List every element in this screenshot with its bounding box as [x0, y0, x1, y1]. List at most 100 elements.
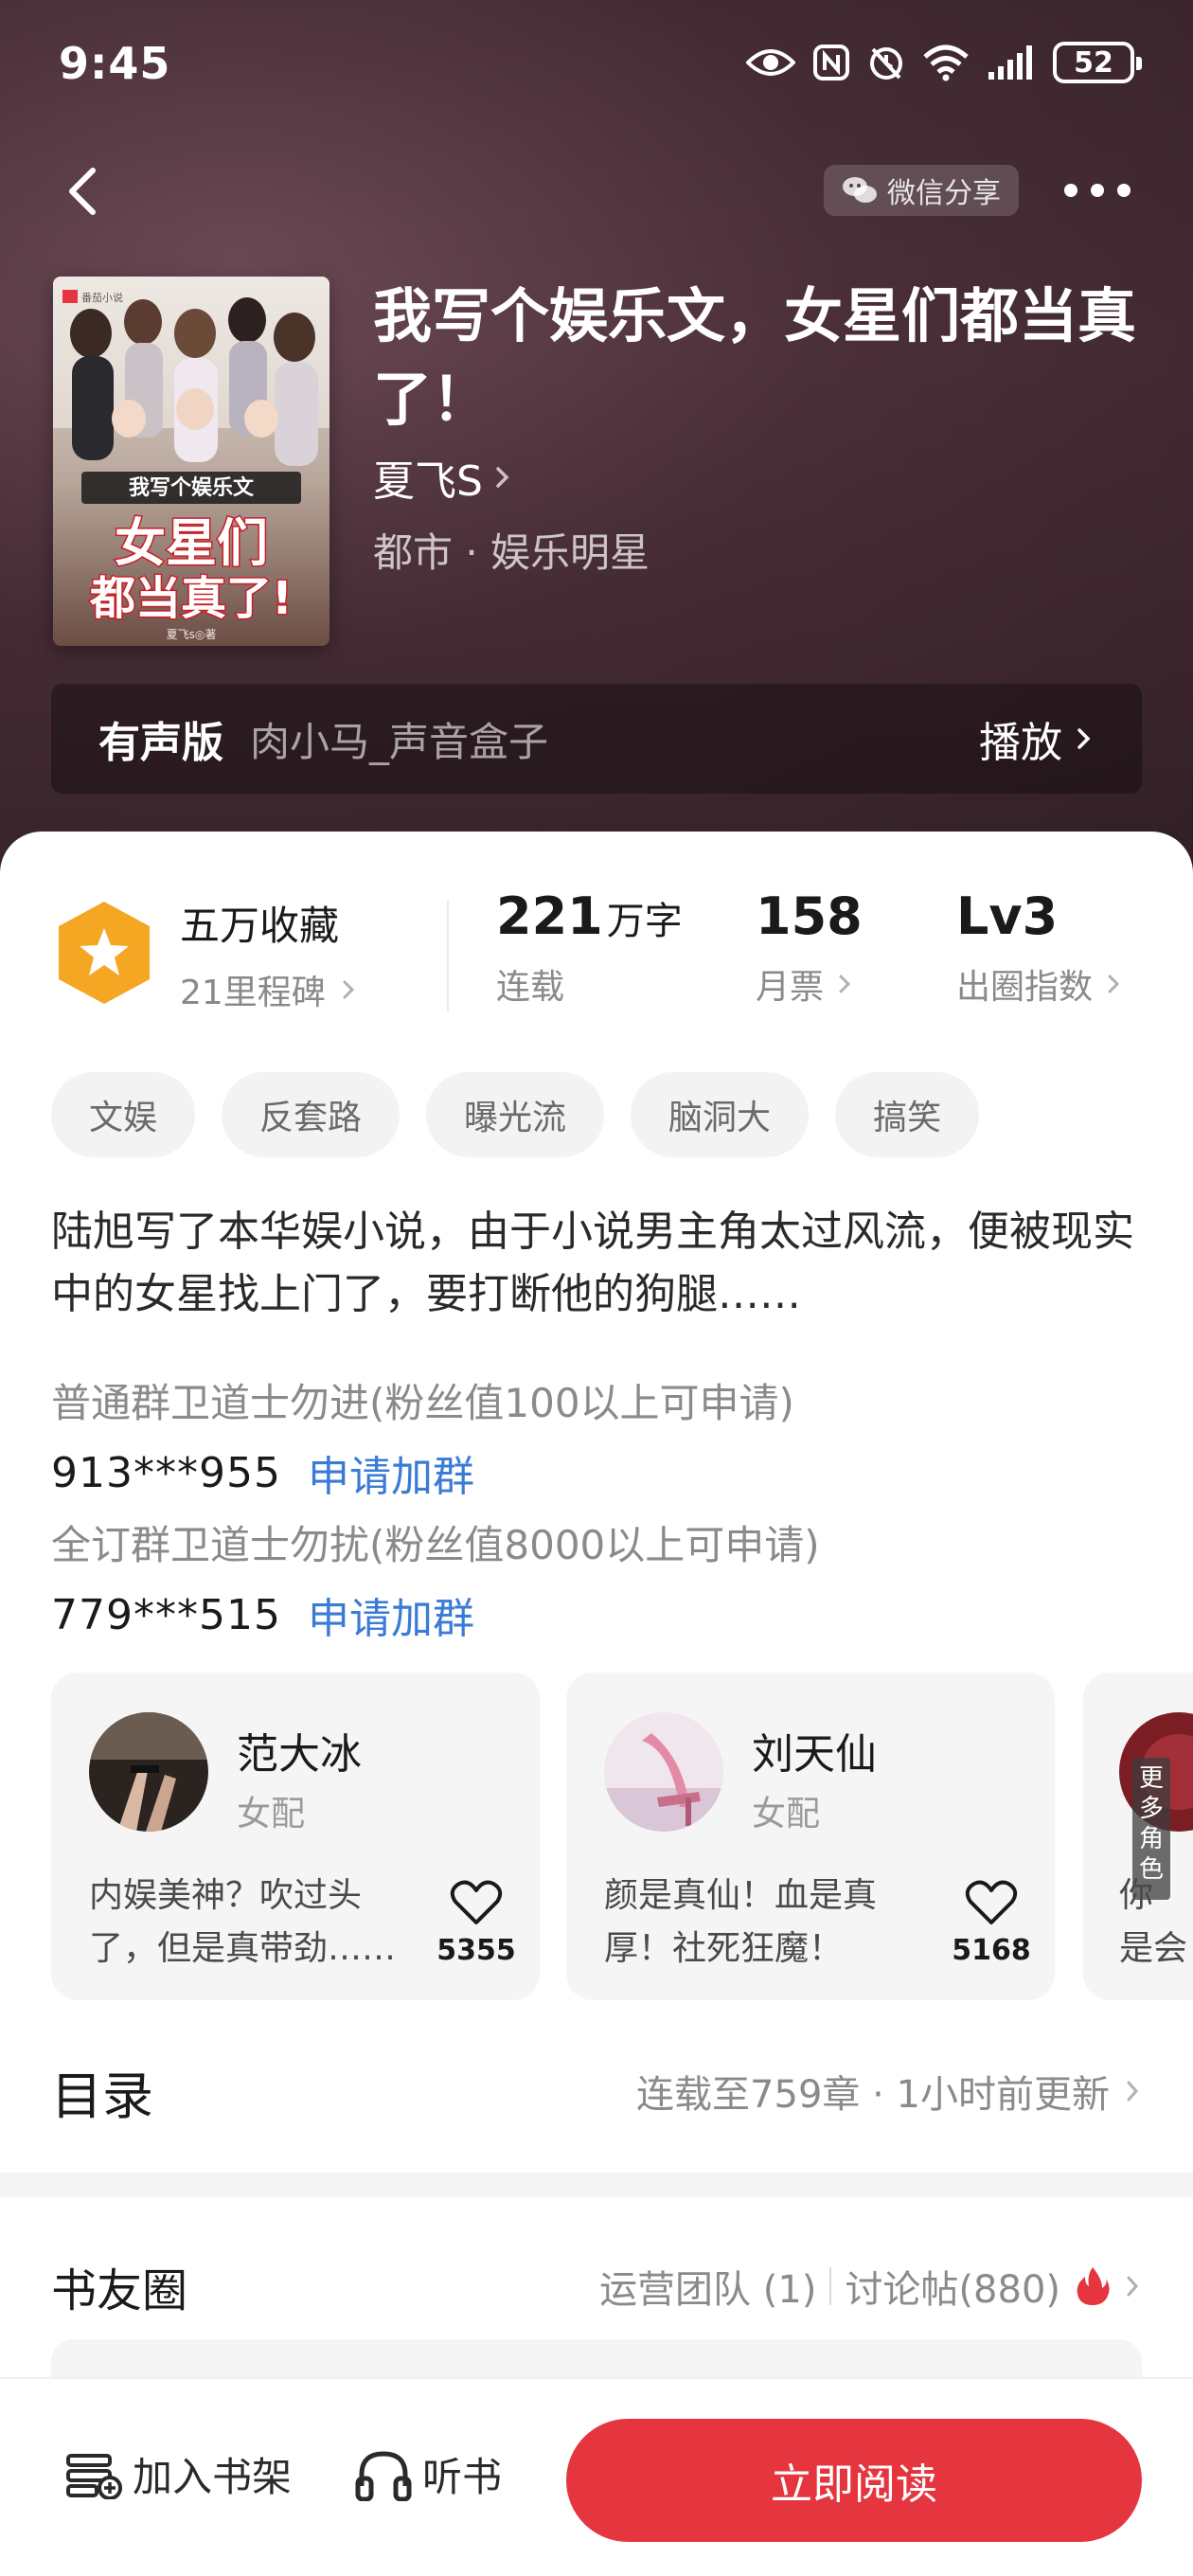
nfc-icon — [813, 45, 849, 80]
cover-banner-text: 我写个娱乐文 — [129, 475, 255, 500]
character-avatar — [604, 1712, 723, 1832]
status-icons: 52 — [746, 42, 1142, 83]
chevron-right-icon — [1077, 728, 1091, 749]
add-shelf-icon — [66, 2453, 122, 2499]
section-divider — [0, 2173, 1193, 2197]
chevron-right-icon — [1108, 975, 1120, 993]
more-button[interactable] — [1064, 176, 1140, 205]
character-like-count: 5355 — [436, 1934, 516, 1967]
audio-narrators: 肉小马_声音盒子 — [250, 718, 549, 765]
chevron-right-icon — [496, 467, 509, 488]
ops-team-count: 运营团队 (1) — [599, 2268, 817, 2312]
heart-icon — [450, 1880, 503, 1924]
wifi-icon — [923, 45, 969, 81]
add-to-shelf-label: 加入书架 — [133, 2454, 293, 2500]
chevron-right-icon — [839, 975, 851, 993]
audio-play-button[interactable]: 播放 — [979, 708, 1095, 769]
character-like-button[interactable]: 5355 — [434, 1879, 519, 1967]
book-detail-content: 五万收藏 21里程碑 221 万字 连载 158 月票 Lv3 出圈指数 文娱 … — [0, 832, 1193, 2576]
back-button[interactable] — [57, 159, 114, 225]
cover-main-line2: 都当真了! — [89, 572, 293, 625]
character-role: 女配 — [237, 1795, 306, 1834]
join-group-link[interactable]: 申请加群 — [308, 1584, 474, 1645]
influence-index-stat[interactable]: Lv3 出圈指数 — [956, 886, 1123, 1009]
character-card[interactable]: 范大冰 女配 内娱美神？吹过头了，但是真带劲…… 5355 — [51, 1673, 540, 2000]
book-circle-title: 书友圈 — [51, 2264, 188, 2317]
fan-group-id: 779***515 — [51, 1590, 281, 1639]
tag-chip[interactable]: 文娱 — [51, 1072, 196, 1157]
word-count-label: 连载 — [496, 968, 565, 1007]
bottom-action-bar: 加入书架 听书 立即阅读 — [0, 2377, 1193, 2576]
read-now-button[interactable]: 立即阅读 — [566, 2419, 1142, 2542]
fan-group-1: 普通群卫道士勿进(粉丝值100以上可申请) 913***955 申请加群 — [51, 1371, 794, 1503]
back-icon — [69, 168, 96, 215]
toc-update-info: 连载至759章 · 1小时前更新 — [636, 2073, 1110, 2117]
author-link[interactable]: 夏飞S — [373, 447, 513, 508]
cover-publisher: 番茄小说 — [81, 291, 123, 304]
fan-group-title: 全订群卫道士勿扰(粉丝值8000以上可申请) — [51, 1522, 820, 1568]
book-circle-row[interactable]: 书友圈 运营团队 (1) 讨论帖(880) — [51, 2248, 1142, 2324]
audio-label: 有声版 — [98, 719, 223, 767]
wechat-icon — [843, 177, 877, 203]
cover-credit: 夏飞s◎著 — [167, 628, 217, 641]
chevron-right-icon — [1127, 2081, 1139, 2102]
fan-group-title: 普通群卫道士勿进(粉丝值100以上可申请) — [51, 1380, 794, 1426]
tag-list: 文娱 反套路 曝光流 脑洞大 搞笑 — [51, 1072, 980, 1157]
character-like-count: 5168 — [952, 1934, 1031, 1967]
join-group-link[interactable]: 申请加群 — [308, 1442, 474, 1503]
character-carousel[interactable]: 范大冰 女配 内娱美神？吹过头了，但是真带劲…… 5355 刘天仙 女配 颜是真… — [51, 1673, 1193, 2000]
collection-title: 五万收藏 — [180, 903, 340, 949]
influence-level: Lv3 — [956, 886, 1059, 946]
influence-label: 出圈指数 — [956, 968, 1094, 1007]
character-description-peek: 你 — [1119, 1876, 1154, 1915]
character-card[interactable]: 刘天仙 女配 颜是真仙！血是真厚！社死狂魔！ 5168 — [566, 1673, 1055, 2000]
status-bar: 9:45 52 — [0, 0, 1193, 133]
collection-badge-icon — [59, 902, 150, 1004]
collection-milestone[interactable]: 五万收藏 21里程碑 — [180, 894, 358, 1014]
character-like-button[interactable]: 5168 — [949, 1879, 1034, 1967]
flame-icon — [1077, 2267, 1110, 2305]
character-description: 内娱美神？吹过头了，但是真带劲…… — [89, 1876, 397, 1968]
collection-sub: 21里程碑 — [180, 974, 326, 1012]
listen-label: 听书 — [422, 2454, 503, 2500]
headphones-icon — [355, 2450, 412, 2501]
chevron-right-icon — [343, 980, 354, 999]
audio-play-label: 播放 — [979, 719, 1062, 767]
fan-group-id: 913***955 — [51, 1448, 281, 1497]
battery-icon: 52 — [1053, 42, 1142, 83]
word-count-stat: 221 万字 连载 — [496, 886, 683, 1009]
heart-icon — [965, 1880, 1018, 1924]
book-title: 我写个娱乐文，女星们都当真了！ — [373, 281, 1137, 434]
share-label: 微信分享 — [887, 177, 1001, 210]
tag-chip[interactable]: 脑洞大 — [631, 1072, 810, 1157]
separator — [829, 2267, 832, 2305]
monthly-tickets-label: 月票 — [756, 968, 825, 1007]
stat-divider — [447, 900, 449, 1011]
alarm-icon — [870, 47, 902, 80]
monthly-tickets-stat[interactable]: 158 月票 — [756, 886, 863, 1009]
more-characters-card[interactable]: 更多角色 你 是会 — [1083, 1673, 1193, 2000]
book-genre[interactable]: 都市 · 娱乐明星 — [373, 521, 650, 579]
signal-icon — [988, 45, 1032, 80]
wechat-share-button[interactable]: 微信分享 — [824, 165, 1019, 216]
character-name: 刘天仙 — [752, 1730, 877, 1779]
add-to-shelf-button[interactable]: 加入书架 — [64, 2445, 292, 2503]
monthly-tickets-count: 158 — [756, 886, 863, 946]
word-count-unit: 万字 — [606, 900, 683, 943]
tag-chip[interactable]: 反套路 — [222, 1072, 401, 1157]
more-icon — [1064, 184, 1077, 197]
table-of-contents-row[interactable]: 目录 连载至759章 · 1小时前更新 — [51, 2053, 1142, 2129]
tag-chip[interactable]: 搞笑 — [835, 1072, 980, 1157]
word-count: 221 — [496, 886, 603, 946]
cover-main-line1: 女星们 — [115, 513, 268, 573]
listen-button[interactable]: 听书 — [354, 2445, 502, 2503]
character-role: 女配 — [752, 1795, 821, 1834]
tag-chip[interactable]: 曝光流 — [426, 1072, 605, 1157]
book-synopsis[interactable]: 陆旭写了本华娱小说，由于小说男主角太过风流，便被现实中的女星找上门了，要打断他的… — [51, 1201, 1149, 1326]
chevron-right-icon — [1127, 2276, 1139, 2297]
audio-version-bar[interactable]: 有声版 肉小马_声音盒子 播放 — [51, 684, 1142, 794]
book-cover[interactable]: 番茄小说 我写个娱乐文 女星们 都当真了! 夏飞s◎著 — [53, 277, 329, 646]
character-description: 颜是真仙！血是真厚！社死狂魔！ — [604, 1876, 878, 1968]
status-time: 9:45 — [59, 38, 171, 89]
discussion-posts-count: 讨论帖(880) — [845, 2268, 1060, 2312]
